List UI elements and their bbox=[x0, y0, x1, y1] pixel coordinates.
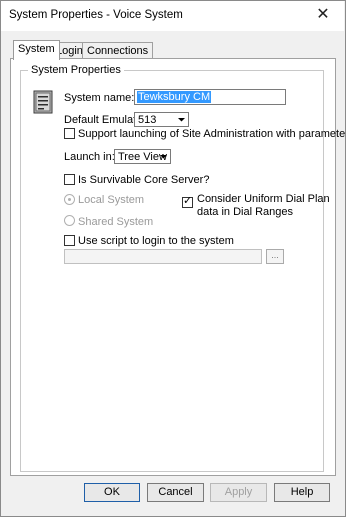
radio-selected-dot bbox=[68, 198, 71, 201]
launch-in-select[interactable]: Tree View bbox=[114, 149, 171, 164]
help-button[interactable]: Help bbox=[274, 483, 330, 502]
help-button-label: Help bbox=[290, 486, 314, 498]
shared-system-label: Shared System bbox=[78, 216, 154, 228]
tab-connections-label: Connections bbox=[87, 45, 149, 57]
support-launch-label: Support launching of Site Administration… bbox=[78, 128, 346, 140]
use-script-checkbox[interactable] bbox=[64, 235, 75, 246]
tab-system[interactable]: System bbox=[13, 40, 60, 60]
system-name-input[interactable]: Tewksbury CM bbox=[134, 89, 286, 105]
tab-login-label: Login bbox=[56, 45, 83, 57]
ok-button-label: OK bbox=[104, 486, 120, 498]
system-name-value: Tewksbury CM bbox=[137, 91, 212, 103]
launch-in-label: Launch in: bbox=[64, 151, 115, 163]
shared-system-radio[interactable] bbox=[64, 215, 75, 226]
survivable-label: Is Survivable Core Server? bbox=[78, 174, 210, 186]
cancel-button-label: Cancel bbox=[158, 486, 193, 498]
system-name-label: System name: bbox=[64, 92, 135, 104]
script-path-input[interactable] bbox=[64, 249, 262, 264]
browse-button[interactable]: ... bbox=[266, 249, 284, 264]
chevron-down-icon bbox=[160, 155, 167, 159]
apply-button-label: Apply bbox=[224, 486, 253, 498]
cancel-button[interactable]: Cancel bbox=[147, 483, 204, 502]
local-system-radio[interactable] bbox=[64, 194, 75, 205]
local-system-label: Local System bbox=[78, 194, 145, 206]
uniform-dial-plan-label: Consider Uniform Dial Plan data in Dial … bbox=[197, 193, 330, 219]
tab-connections[interactable]: Connections bbox=[82, 42, 154, 59]
default-emulator-select[interactable]: 513 bbox=[134, 112, 189, 127]
default-emulator-value: 513 bbox=[138, 114, 157, 126]
close-icon[interactable]: ✕ bbox=[312, 4, 334, 26]
ok-button[interactable]: OK bbox=[84, 483, 140, 502]
uniform-dial-plan-checkbox[interactable]: ✓ bbox=[182, 195, 193, 208]
use-script-label: Use script to login to the system bbox=[78, 235, 234, 247]
checkmark-icon: ✓ bbox=[183, 195, 193, 207]
group-title: System Properties bbox=[28, 64, 124, 76]
server-icon bbox=[33, 90, 53, 114]
uniform-dial-plan-label-line1: Consider Uniform Dial Plan bbox=[197, 193, 330, 205]
window-title: System Properties - Voice System bbox=[9, 9, 183, 21]
browse-button-label: ... bbox=[271, 250, 279, 260]
support-launch-checkbox[interactable] bbox=[64, 128, 75, 139]
apply-button[interactable]: Apply bbox=[210, 483, 267, 502]
chevron-down-icon bbox=[178, 118, 185, 122]
survivable-checkbox[interactable] bbox=[64, 174, 75, 185]
uniform-dial-plan-label-line2: data in Dial Ranges bbox=[197, 206, 294, 218]
tab-system-label: System bbox=[18, 43, 55, 55]
